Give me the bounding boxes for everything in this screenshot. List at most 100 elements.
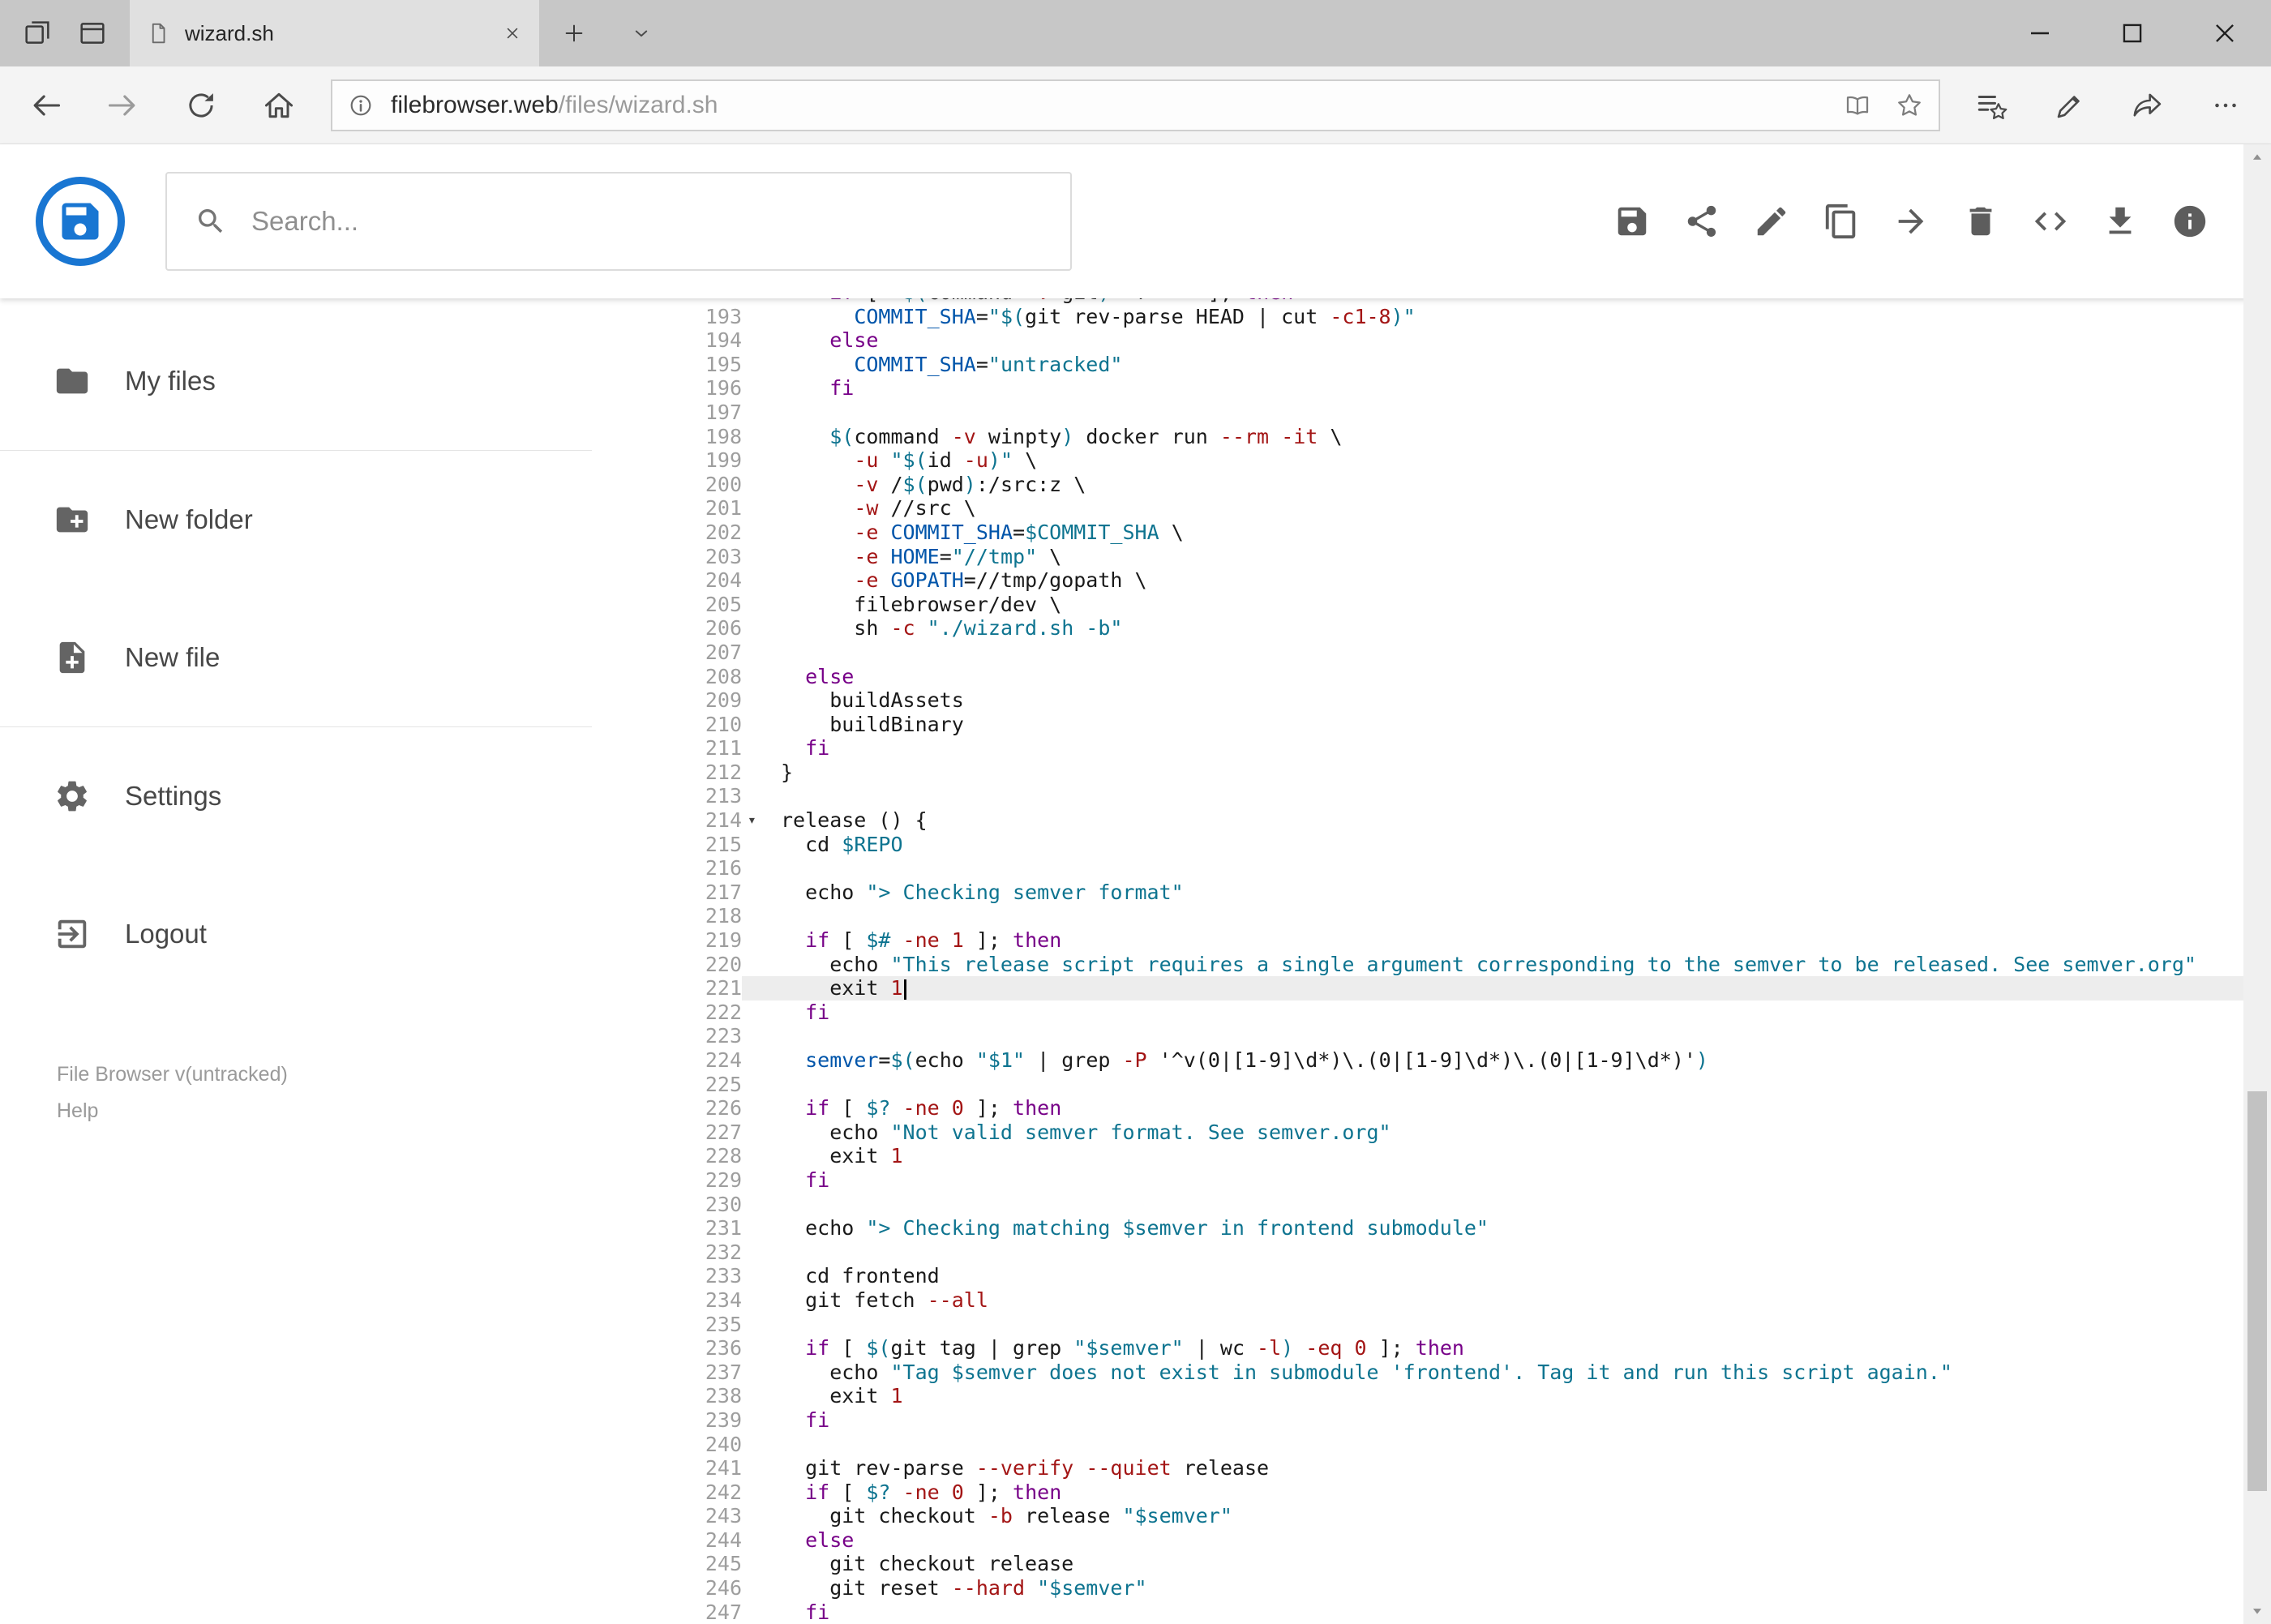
code-line[interactable]: 245 git checkout release <box>592 1552 2243 1576</box>
sidebar-item-logout[interactable]: Logout <box>0 865 592 1003</box>
code-line-active[interactable]: 221 exit 1 <box>592 976 2243 1001</box>
sidebar-item-my-files[interactable]: My files <box>0 312 592 450</box>
code-line[interactable]: 233 cd frontend <box>592 1264 2243 1288</box>
code-view-button[interactable] <box>2031 202 2070 241</box>
code-line[interactable]: 224 semver=$(echo "$1" | grep -P '^v(0|[… <box>592 1048 2243 1073</box>
delete-button[interactable] <box>1961 202 2000 241</box>
rename-button[interactable] <box>1752 202 1791 241</box>
tab-close-button[interactable] <box>502 23 523 44</box>
scroll-down-button[interactable] <box>2248 1601 2266 1619</box>
code-line[interactable]: 202 -e COMMIT_SHA=$COMMIT_SHA \ <box>592 521 2243 545</box>
sidebar-item-settings[interactable]: Settings <box>0 727 592 865</box>
code-line[interactable]: 208 else <box>592 665 2243 689</box>
search-box[interactable] <box>165 172 1072 271</box>
code-line[interactable]: 237 echo "Tag $semver does not exist in … <box>592 1360 2243 1385</box>
code-line[interactable]: 203 -e HOME="//tmp" \ <box>592 545 2243 569</box>
save-button[interactable] <box>1613 202 1652 241</box>
tab-bar-chevron-button[interactable] <box>609 0 674 66</box>
fold-marker-icon[interactable]: ▾ <box>748 808 756 833</box>
code-line[interactable]: 228 exit 1 <box>592 1144 2243 1168</box>
code-line[interactable]: 247 fi <box>592 1600 2243 1624</box>
code-line[interactable]: 212} <box>592 761 2243 785</box>
download-button[interactable] <box>2101 202 2140 241</box>
more-button[interactable] <box>2187 66 2265 144</box>
code-line[interactable]: 229 fi <box>592 1168 2243 1193</box>
favorite-button[interactable] <box>1895 91 1924 120</box>
help-link[interactable]: Help <box>57 1093 592 1129</box>
code-line[interactable]: 196 fi <box>592 376 2243 401</box>
code-line[interactable]: 239 fi <box>592 1408 2243 1433</box>
code-line[interactable]: 231 echo "> Checking matching $semver in… <box>592 1216 2243 1240</box>
code-line[interactable]: 210 buildBinary <box>592 713 2243 737</box>
code-line[interactable]: 238 exit 1 <box>592 1384 2243 1408</box>
code-line[interactable]: 240 <box>592 1433 2243 1457</box>
code-line[interactable]: 220 echo "This release script requires a… <box>592 953 2243 977</box>
new-tab-button[interactable] <box>539 0 609 66</box>
forward-button[interactable] <box>84 66 162 144</box>
code-line[interactable]: 195 COMMIT_SHA="untracked" <box>592 353 2243 377</box>
code-line[interactable]: 242 if [ $? -ne 0 ]; then <box>592 1480 2243 1505</box>
hub-button[interactable] <box>1953 66 2031 144</box>
code-line[interactable]: 200 -v /$(pwd):/src:z \ <box>592 473 2243 497</box>
code-line[interactable]: 226 if [ $? -ne 0 ]; then <box>592 1096 2243 1121</box>
set-tabs-aside-button[interactable] <box>10 0 65 66</box>
code-line[interactable]: 219 if [ $# -ne 1 ]; then <box>592 928 2243 953</box>
code-line[interactable]: 243 git checkout -b release "$semver" <box>592 1504 2243 1528</box>
code-line[interactable]: 232 <box>592 1240 2243 1265</box>
code-line[interactable]: 218 <box>592 904 2243 928</box>
refresh-button[interactable] <box>162 66 240 144</box>
scrollbar-thumb[interactable] <box>2247 1091 2267 1491</box>
copy-button[interactable] <box>1822 202 1861 241</box>
code-line[interactable]: 194 else <box>592 328 2243 353</box>
code-line[interactable]: 225 <box>592 1073 2243 1097</box>
code-line[interactable]: 197 <box>592 401 2243 425</box>
web-note-button[interactable] <box>2031 66 2109 144</box>
move-button[interactable] <box>1892 202 1930 241</box>
code-line[interactable]: 199 -u "$(id -u)" \ <box>592 448 2243 473</box>
browser-tab[interactable]: wizard.sh <box>130 0 539 66</box>
sidebar-item-new-folder[interactable]: New folder <box>0 451 592 589</box>
code-line[interactable]: 213 <box>592 784 2243 808</box>
page-scrollbar[interactable] <box>2243 144 2271 1624</box>
code-line[interactable]: 193 COMMIT_SHA="$(git rev-parse HEAD | c… <box>592 305 2243 329</box>
reading-view-button[interactable] <box>1843 91 1872 120</box>
code-line[interactable]: 198 $(command -v winpty) docker run --rm… <box>592 425 2243 449</box>
search-input[interactable] <box>251 206 1043 237</box>
share-button[interactable] <box>1682 202 1721 241</box>
site-info-button[interactable] <box>347 92 375 119</box>
code-line[interactable]: if [ "$(command -v git)" != "" ]; then <box>592 298 2243 305</box>
code-line[interactable]: 235 <box>592 1313 2243 1337</box>
code-line[interactable]: 227 echo "Not valid semver format. See s… <box>592 1121 2243 1145</box>
code-line[interactable]: 205 filebrowser/dev \ <box>592 593 2243 617</box>
code-line[interactable]: 214 ▾ release () { <box>592 808 2243 833</box>
code-line[interactable]: 201 -w //src \ <box>592 496 2243 521</box>
browser-share-button[interactable] <box>2109 66 2187 144</box>
code-line[interactable]: 204 -e GOPATH=//tmp/gopath \ <box>592 568 2243 593</box>
address-bar[interactable]: filebrowser.web/files/wizard.sh <box>331 79 1940 131</box>
code-line[interactable]: 244 else <box>592 1528 2243 1553</box>
tab-preview-button[interactable] <box>65 0 120 66</box>
info-button[interactable] <box>2170 202 2209 241</box>
code-line[interactable]: 217 echo "> Checking semver format" <box>592 881 2243 905</box>
back-button[interactable] <box>6 66 84 144</box>
code-line[interactable]: 234 git fetch --all <box>592 1288 2243 1313</box>
code-line[interactable]: 207 <box>592 641 2243 665</box>
code-line[interactable]: 241 git rev-parse --verify --quiet relea… <box>592 1456 2243 1480</box>
code-line[interactable]: 206 sh -c "./wizard.sh -b" <box>592 616 2243 641</box>
code-line[interactable]: 230 <box>592 1193 2243 1217</box>
code-line[interactable]: 222 fi <box>592 1001 2243 1025</box>
sidebar-item-new-file[interactable]: New file <box>0 589 592 726</box>
code-line[interactable]: 236 if [ $(git tag | grep "$semver" | wc… <box>592 1336 2243 1360</box>
code-line[interactable]: 223 <box>592 1024 2243 1048</box>
minimize-button[interactable] <box>1994 0 2086 66</box>
scroll-up-button[interactable] <box>2248 149 2266 167</box>
code-line[interactable]: 211 fi <box>592 736 2243 761</box>
code-line[interactable]: 209 buildAssets <box>592 688 2243 713</box>
code-line[interactable]: 216 <box>592 856 2243 881</box>
code-line[interactable]: 246 git reset --hard "$semver" <box>592 1576 2243 1600</box>
maximize-button[interactable] <box>2086 0 2179 66</box>
close-button[interactable] <box>2179 0 2271 66</box>
code-editor[interactable]: if [ "$(command -v git)" != "" ]; then19… <box>592 298 2243 1624</box>
code-line[interactable]: 215 cd $REPO <box>592 833 2243 857</box>
home-button[interactable] <box>240 66 318 144</box>
